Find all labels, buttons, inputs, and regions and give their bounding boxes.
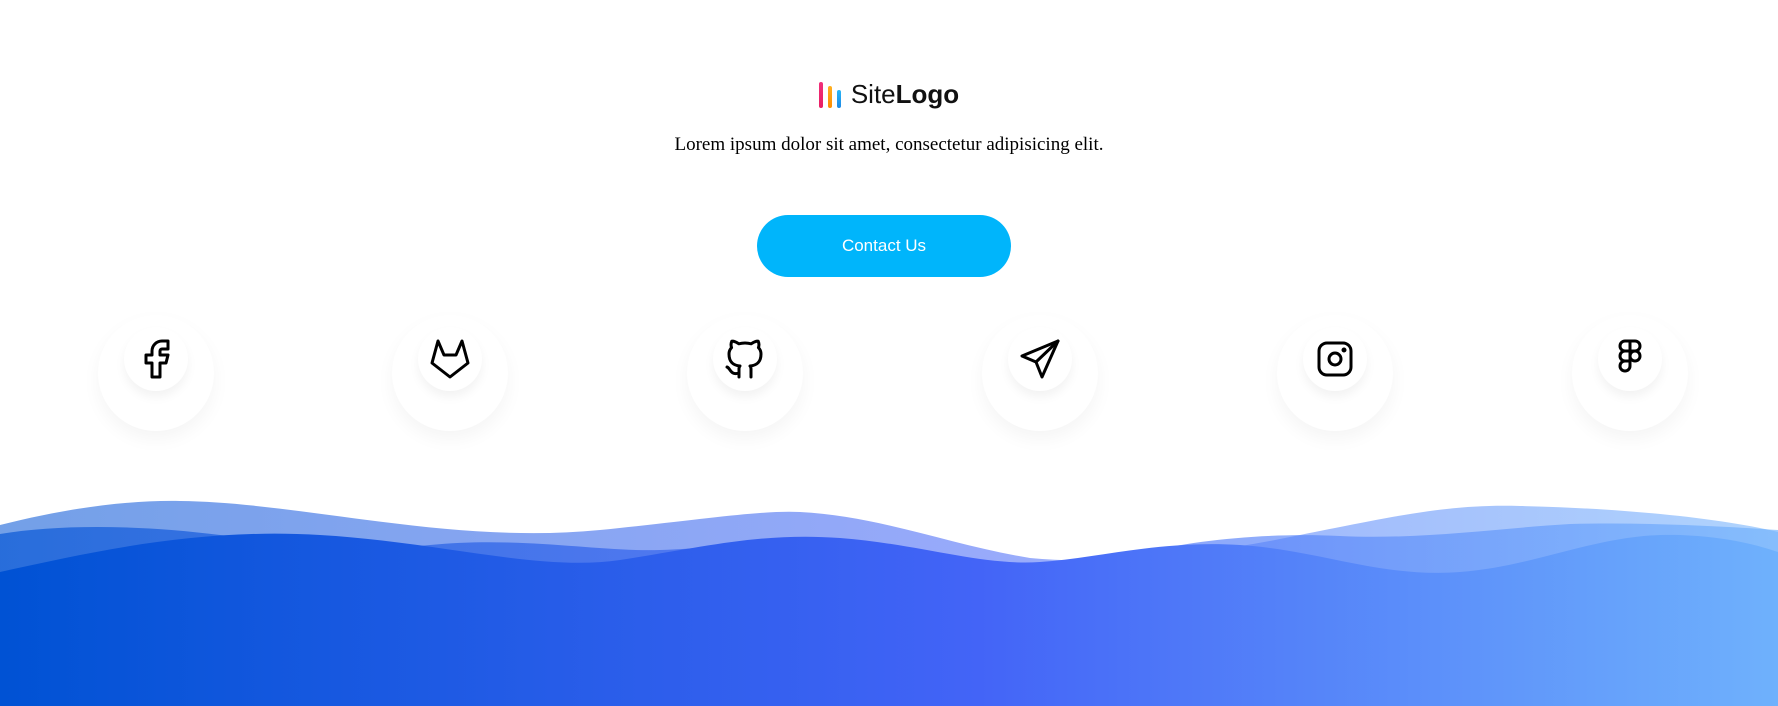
footer-page: SiteLogo Lorem ipsum dolor sit amet, con… — [0, 0, 1778, 706]
github-icon — [725, 339, 763, 379]
footer-waves — [0, 500, 1778, 706]
contact-us-button[interactable]: Contact Us — [757, 215, 1011, 277]
social-link-gitlab[interactable] — [392, 315, 508, 431]
logo-text-light: Site — [850, 79, 896, 109]
social-link-github-circle — [713, 327, 777, 391]
facebook-icon — [144, 339, 170, 379]
social-link-instagram-circle — [1303, 327, 1367, 391]
logo-text: SiteLogo — [851, 81, 959, 107]
logo-bar-blue — [836, 90, 841, 108]
tagline: Lorem ipsum dolor sit amet, consectetur … — [674, 134, 1104, 155]
logo-bar-pink — [818, 82, 823, 108]
social-link-instagram[interactable] — [1277, 315, 1393, 431]
instagram-icon — [1317, 341, 1353, 377]
logo-bar-orange — [827, 86, 832, 108]
social-link-facebook-circle — [124, 327, 188, 391]
social-link-figma-circle — [1598, 327, 1662, 391]
gitlab-icon — [430, 339, 470, 379]
social-link-gitlab-circle — [418, 327, 482, 391]
social-link-github[interactable] — [687, 315, 803, 431]
logo-text-bold: Logo — [895, 79, 960, 109]
social-link-figma[interactable] — [1572, 315, 1688, 431]
site-logo[interactable]: SiteLogo — [0, 80, 1778, 108]
telegram-icon — [1020, 339, 1060, 379]
social-link-telegram-circle — [1008, 327, 1072, 391]
figma-icon — [1618, 339, 1642, 373]
logo-mark-icon — [818, 80, 841, 108]
social-link-telegram[interactable] — [982, 315, 1098, 431]
social-link-facebook[interactable] — [98, 315, 214, 431]
social-links — [0, 315, 1778, 435]
